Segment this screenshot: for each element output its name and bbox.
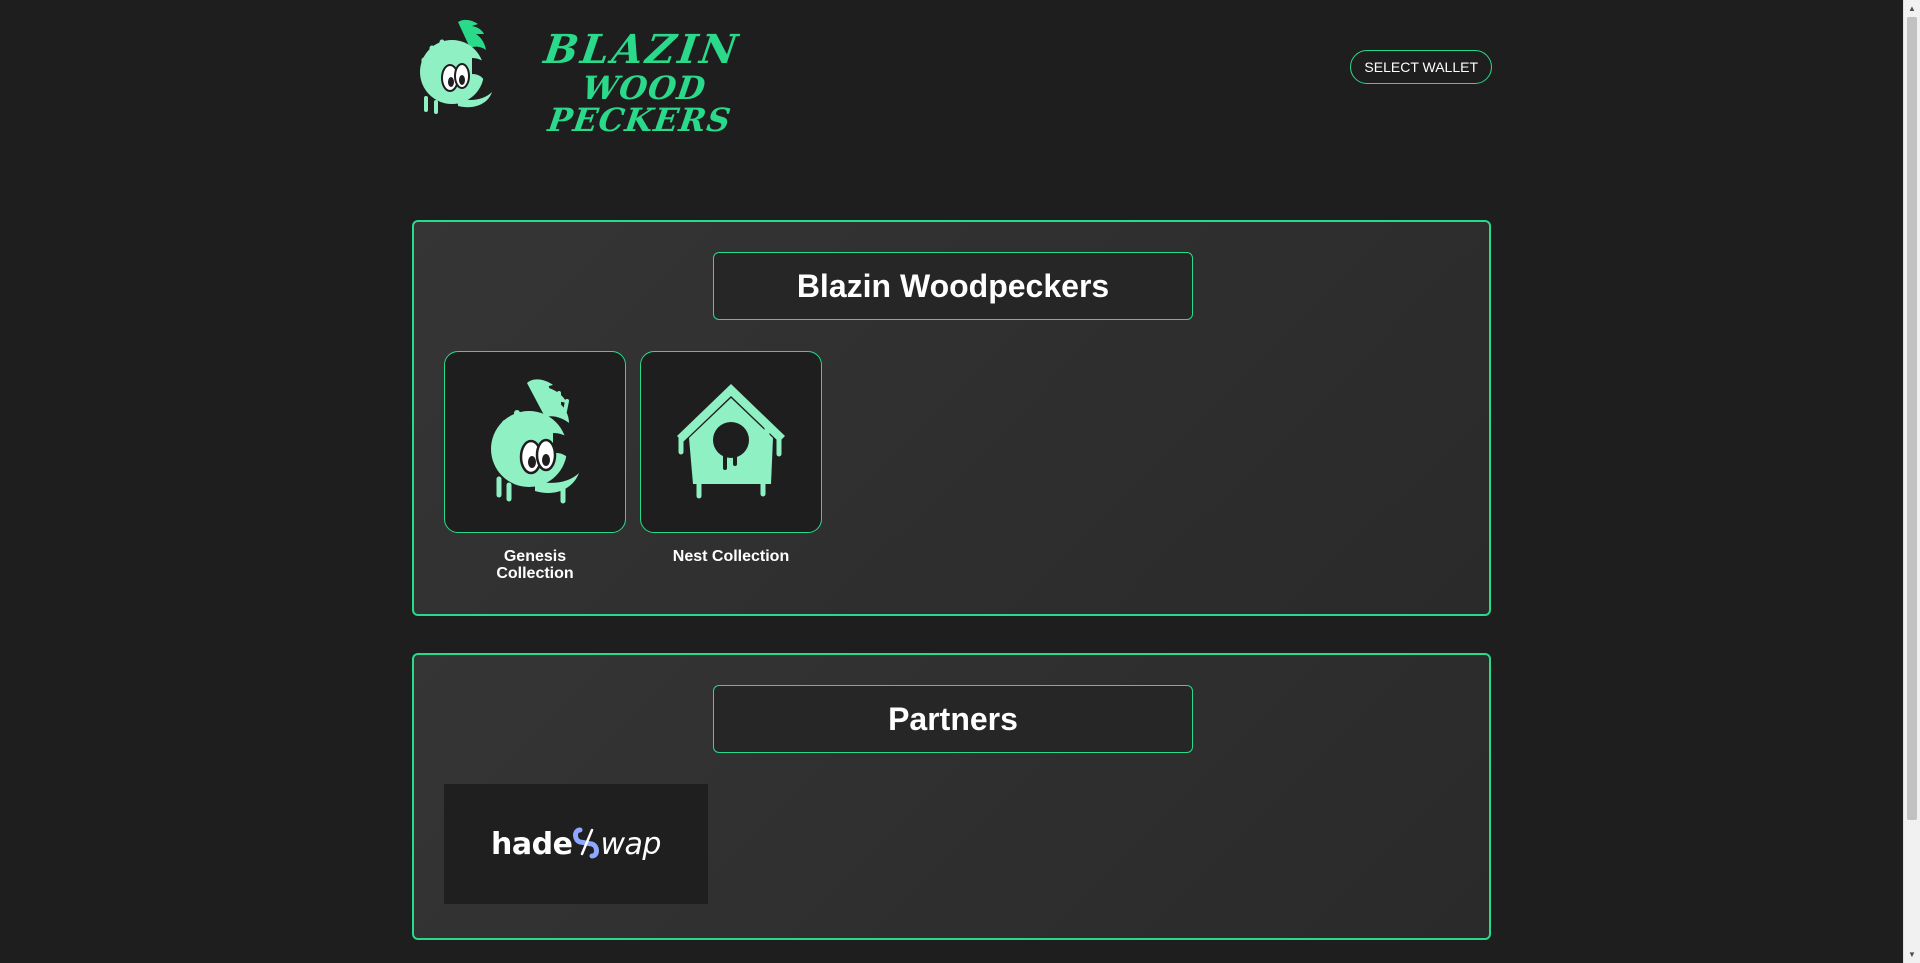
hadeswap-logo: hade wap: [491, 826, 661, 862]
hadeswap-suffix: wap: [600, 827, 661, 862]
site-logo[interactable]: BLAZIN WOOD PECKERS: [412, 18, 772, 139]
genesis-collection-label: Genesis Collection: [496, 548, 574, 582]
logo-wordmark: BLAZIN WOOD PECKERS: [507, 26, 777, 139]
partners-title: Partners: [713, 685, 1193, 753]
nest-collection-label: Nest Collection: [672, 548, 790, 565]
chain-link-icon: [573, 827, 600, 859]
scrollbar-thumb[interactable]: [1907, 17, 1917, 820]
nest-collection-image: [640, 351, 822, 533]
nest-collection-card[interactable]: Nest Collection: [640, 351, 822, 565]
logo-line-1: BLAZIN: [541, 26, 744, 73]
logo-line-2: WOOD PECKERS: [545, 69, 734, 139]
collections-title: Blazin Woodpeckers: [713, 252, 1193, 320]
vertical-scrollbar[interactable]: ▲ ▼: [1903, 0, 1920, 963]
genesis-collection-card[interactable]: Genesis Collection: [444, 351, 626, 582]
partners-panel: Partners hade wap: [412, 653, 1491, 940]
site-header: BLAZIN WOOD PECKERS SELECT WALLET: [412, 18, 1492, 139]
scroll-down-icon[interactable]: ▼: [1904, 946, 1920, 963]
scroll-up-icon[interactable]: ▲: [1904, 0, 1920, 17]
woodpecker-icon: [491, 379, 580, 504]
genesis-collection-image: [444, 351, 626, 533]
birdhouse-icon: [677, 384, 785, 499]
hadeswap-prefix: hade: [491, 827, 573, 862]
partner-hadeswap[interactable]: hade wap: [444, 784, 708, 904]
collections-panel: Blazin Woodpeckers Genesis Collection Ne…: [412, 220, 1491, 616]
woodpecker-logo-icon: [420, 19, 492, 114]
select-wallet-button[interactable]: SELECT WALLET: [1350, 50, 1492, 84]
page: BLAZIN WOOD PECKERS SELECT WALLET Blazin…: [0, 0, 1904, 963]
